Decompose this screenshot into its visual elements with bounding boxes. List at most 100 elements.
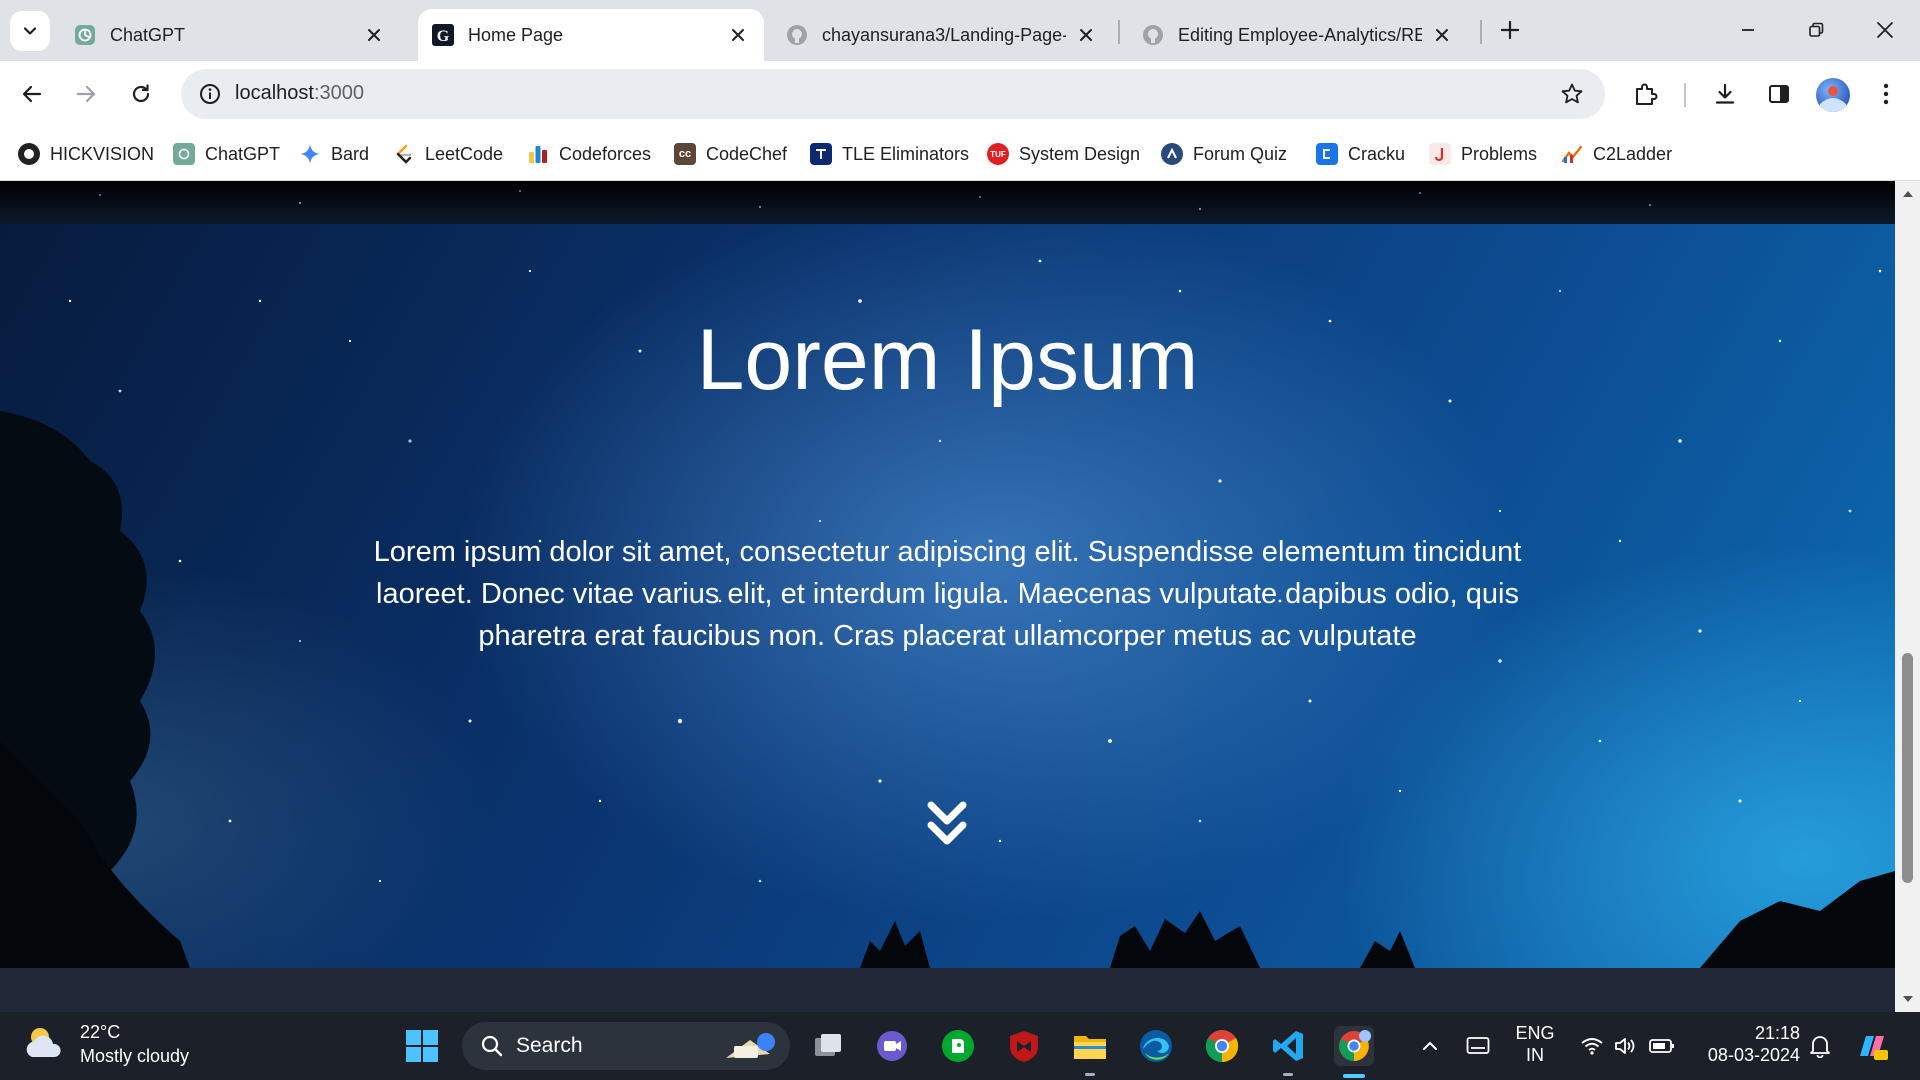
bookmark-chatgpt[interactable]: ChatGPT <box>173 140 280 168</box>
bookmark-star-icon[interactable] <box>1557 79 1587 109</box>
copilot-button[interactable] <box>1852 1026 1892 1066</box>
taskbar-search[interactable]: Search <box>462 1022 790 1070</box>
problems-icon <box>1429 143 1451 165</box>
back-button[interactable] <box>12 74 52 114</box>
close-icon[interactable] <box>726 23 750 47</box>
bookmark-label: LeetCode <box>425 143 504 164</box>
extensions-button[interactable] <box>1626 74 1666 114</box>
app-edge[interactable] <box>1136 1026 1176 1066</box>
chatgpt-icon <box>74 24 96 46</box>
weather-text: 22°C Mostly cloudy <box>80 1020 189 1068</box>
close-icon[interactable] <box>1430 23 1454 47</box>
bookmarks-bar: HICKVISION ChatGPT Bard LeetCode Codefor… <box>0 127 1920 181</box>
keyboard-icon <box>1466 1037 1490 1054</box>
tab-home-page[interactable]: G Home Page <box>418 9 764 61</box>
windows-icon <box>406 1030 438 1062</box>
bookmark-tle-eliminators[interactable]: TLE Eliminators <box>810 140 969 168</box>
bookmark-codechef[interactable]: cc CodeChef <box>674 140 787 168</box>
clock[interactable]: 21:18 08-03-2024 <box>1694 1022 1800 1066</box>
scroll-down-arrow[interactable] <box>1901 992 1915 1006</box>
url-port: :3000 <box>313 82 364 104</box>
notifications-button[interactable] <box>1800 1026 1840 1066</box>
downloads-button[interactable] <box>1705 74 1745 114</box>
bookmark-codeforces[interactable]: Codeforces <box>527 140 651 168</box>
start-button[interactable] <box>402 1026 442 1066</box>
scroll-thumb[interactable] <box>1902 653 1913 883</box>
tab-separator <box>1118 20 1120 44</box>
puzzle-icon <box>1636 83 1658 105</box>
close-icon <box>1877 22 1893 38</box>
tab-separator <box>1480 20 1482 44</box>
tab-title: Editing Employee-Analytics/RE/ <box>1178 24 1422 45</box>
app-chrome-profile[interactable] <box>1334 1026 1374 1066</box>
tle-icon <box>810 143 832 165</box>
reload-icon <box>132 84 150 103</box>
minimize-button[interactable] <box>1728 10 1768 50</box>
cracku-icon <box>1316 143 1338 165</box>
hickvision-icon <box>18 143 40 165</box>
edge-icon <box>1140 1030 1172 1062</box>
weather-description: Mostly cloudy <box>80 1046 190 1066</box>
page-footer-strip <box>0 968 1895 1012</box>
reload-button[interactable] <box>121 74 161 114</box>
tab-chatgpt[interactable]: ChatGPT <box>60 9 400 61</box>
task-view-button[interactable] <box>808 1026 848 1066</box>
bell-icon <box>1810 1036 1830 1058</box>
region-code: IN <box>1526 1045 1544 1065</box>
scroll-up-arrow[interactable] <box>1901 187 1915 201</box>
tray-overflow-button[interactable] <box>1410 1026 1450 1066</box>
mcafee-shield-icon <box>1010 1031 1038 1062</box>
bookmark-label: ChatGPT <box>205 143 281 164</box>
search-highlight-icon <box>726 1033 775 1058</box>
close-icon[interactable] <box>362 23 386 47</box>
bookmark-label: Forum Quiz <box>1193 143 1288 164</box>
app-vscode[interactable] <box>1268 1026 1308 1066</box>
tab-github-editing[interactable]: Editing Employee-Analytics/RE/ <box>1128 9 1468 61</box>
app-chrome[interactable] <box>1202 1026 1242 1066</box>
side-panel-button[interactable] <box>1759 74 1799 114</box>
bookmark-label: HICKVISION <box>50 143 155 164</box>
leetcode-icon <box>393 143 415 165</box>
touch-keyboard-button[interactable] <box>1458 1026 1498 1066</box>
close-window-button[interactable] <box>1865 10 1905 50</box>
battery-status[interactable] <box>1642 1026 1682 1066</box>
chatgpt-icon <box>173 143 195 165</box>
bookmark-forum-quiz[interactable]: Forum Quiz <box>1161 140 1287 168</box>
tab-github-landing[interactable]: chayansurana3/Landing-Page-T <box>772 9 1112 61</box>
bookmark-bard[interactable]: Bard <box>299 140 369 168</box>
forward-button[interactable] <box>66 74 106 114</box>
bookmark-system-design[interactable]: TUF System Design <box>987 140 1140 168</box>
app-file-explorer[interactable] <box>1070 1026 1110 1066</box>
bookmark-cracku[interactable]: Cracku <box>1316 140 1405 168</box>
app-evernote[interactable] <box>938 1026 978 1066</box>
weather-widget[interactable]: 22°C Mostly cloudy <box>24 1020 189 1068</box>
url-text[interactable]: localhost:3000 <box>235 82 364 105</box>
address-bar[interactable]: localhost:3000 <box>181 69 1605 119</box>
scroll-down-button[interactable] <box>925 799 969 849</box>
bookmark-leetcode[interactable]: LeetCode <box>393 140 503 168</box>
volume-status[interactable] <box>1606 1026 1646 1066</box>
bookmark-problems[interactable]: Problems <box>1429 140 1537 168</box>
menu-button[interactable] <box>1866 74 1906 114</box>
chevron-down-icon <box>23 27 37 35</box>
language-indicator[interactable]: ENG IN <box>1514 1022 1556 1066</box>
chat-camera-icon <box>877 1031 907 1061</box>
new-tab-button[interactable] <box>1494 14 1526 46</box>
close-icon[interactable] <box>1074 23 1098 47</box>
site-info-icon[interactable] <box>193 77 227 111</box>
clock-date: 08-03-2024 <box>1707 1045 1800 1065</box>
bookmark-label: C2Ladder <box>1593 143 1673 164</box>
teams-chat-button[interactable] <box>872 1026 912 1066</box>
bookmark-c2ladder[interactable]: C2Ladder <box>1561 140 1672 168</box>
bard-icon <box>299 143 321 165</box>
cloudy-moon-icon <box>26 1028 61 1057</box>
bookmark-label: Codeforces <box>559 143 652 164</box>
bookmark-hickvision[interactable]: HICKVISION <box>18 140 154 168</box>
app-mcafee[interactable] <box>1004 1026 1044 1066</box>
bookmark-label: Problems <box>1461 143 1538 164</box>
page-scrollbar[interactable] <box>1895 181 1920 1012</box>
tab-search-button[interactable] <box>10 11 50 51</box>
wifi-icon <box>1581 1038 1603 1055</box>
profile-avatar[interactable] <box>1816 78 1850 112</box>
restore-button[interactable] <box>1796 10 1836 50</box>
